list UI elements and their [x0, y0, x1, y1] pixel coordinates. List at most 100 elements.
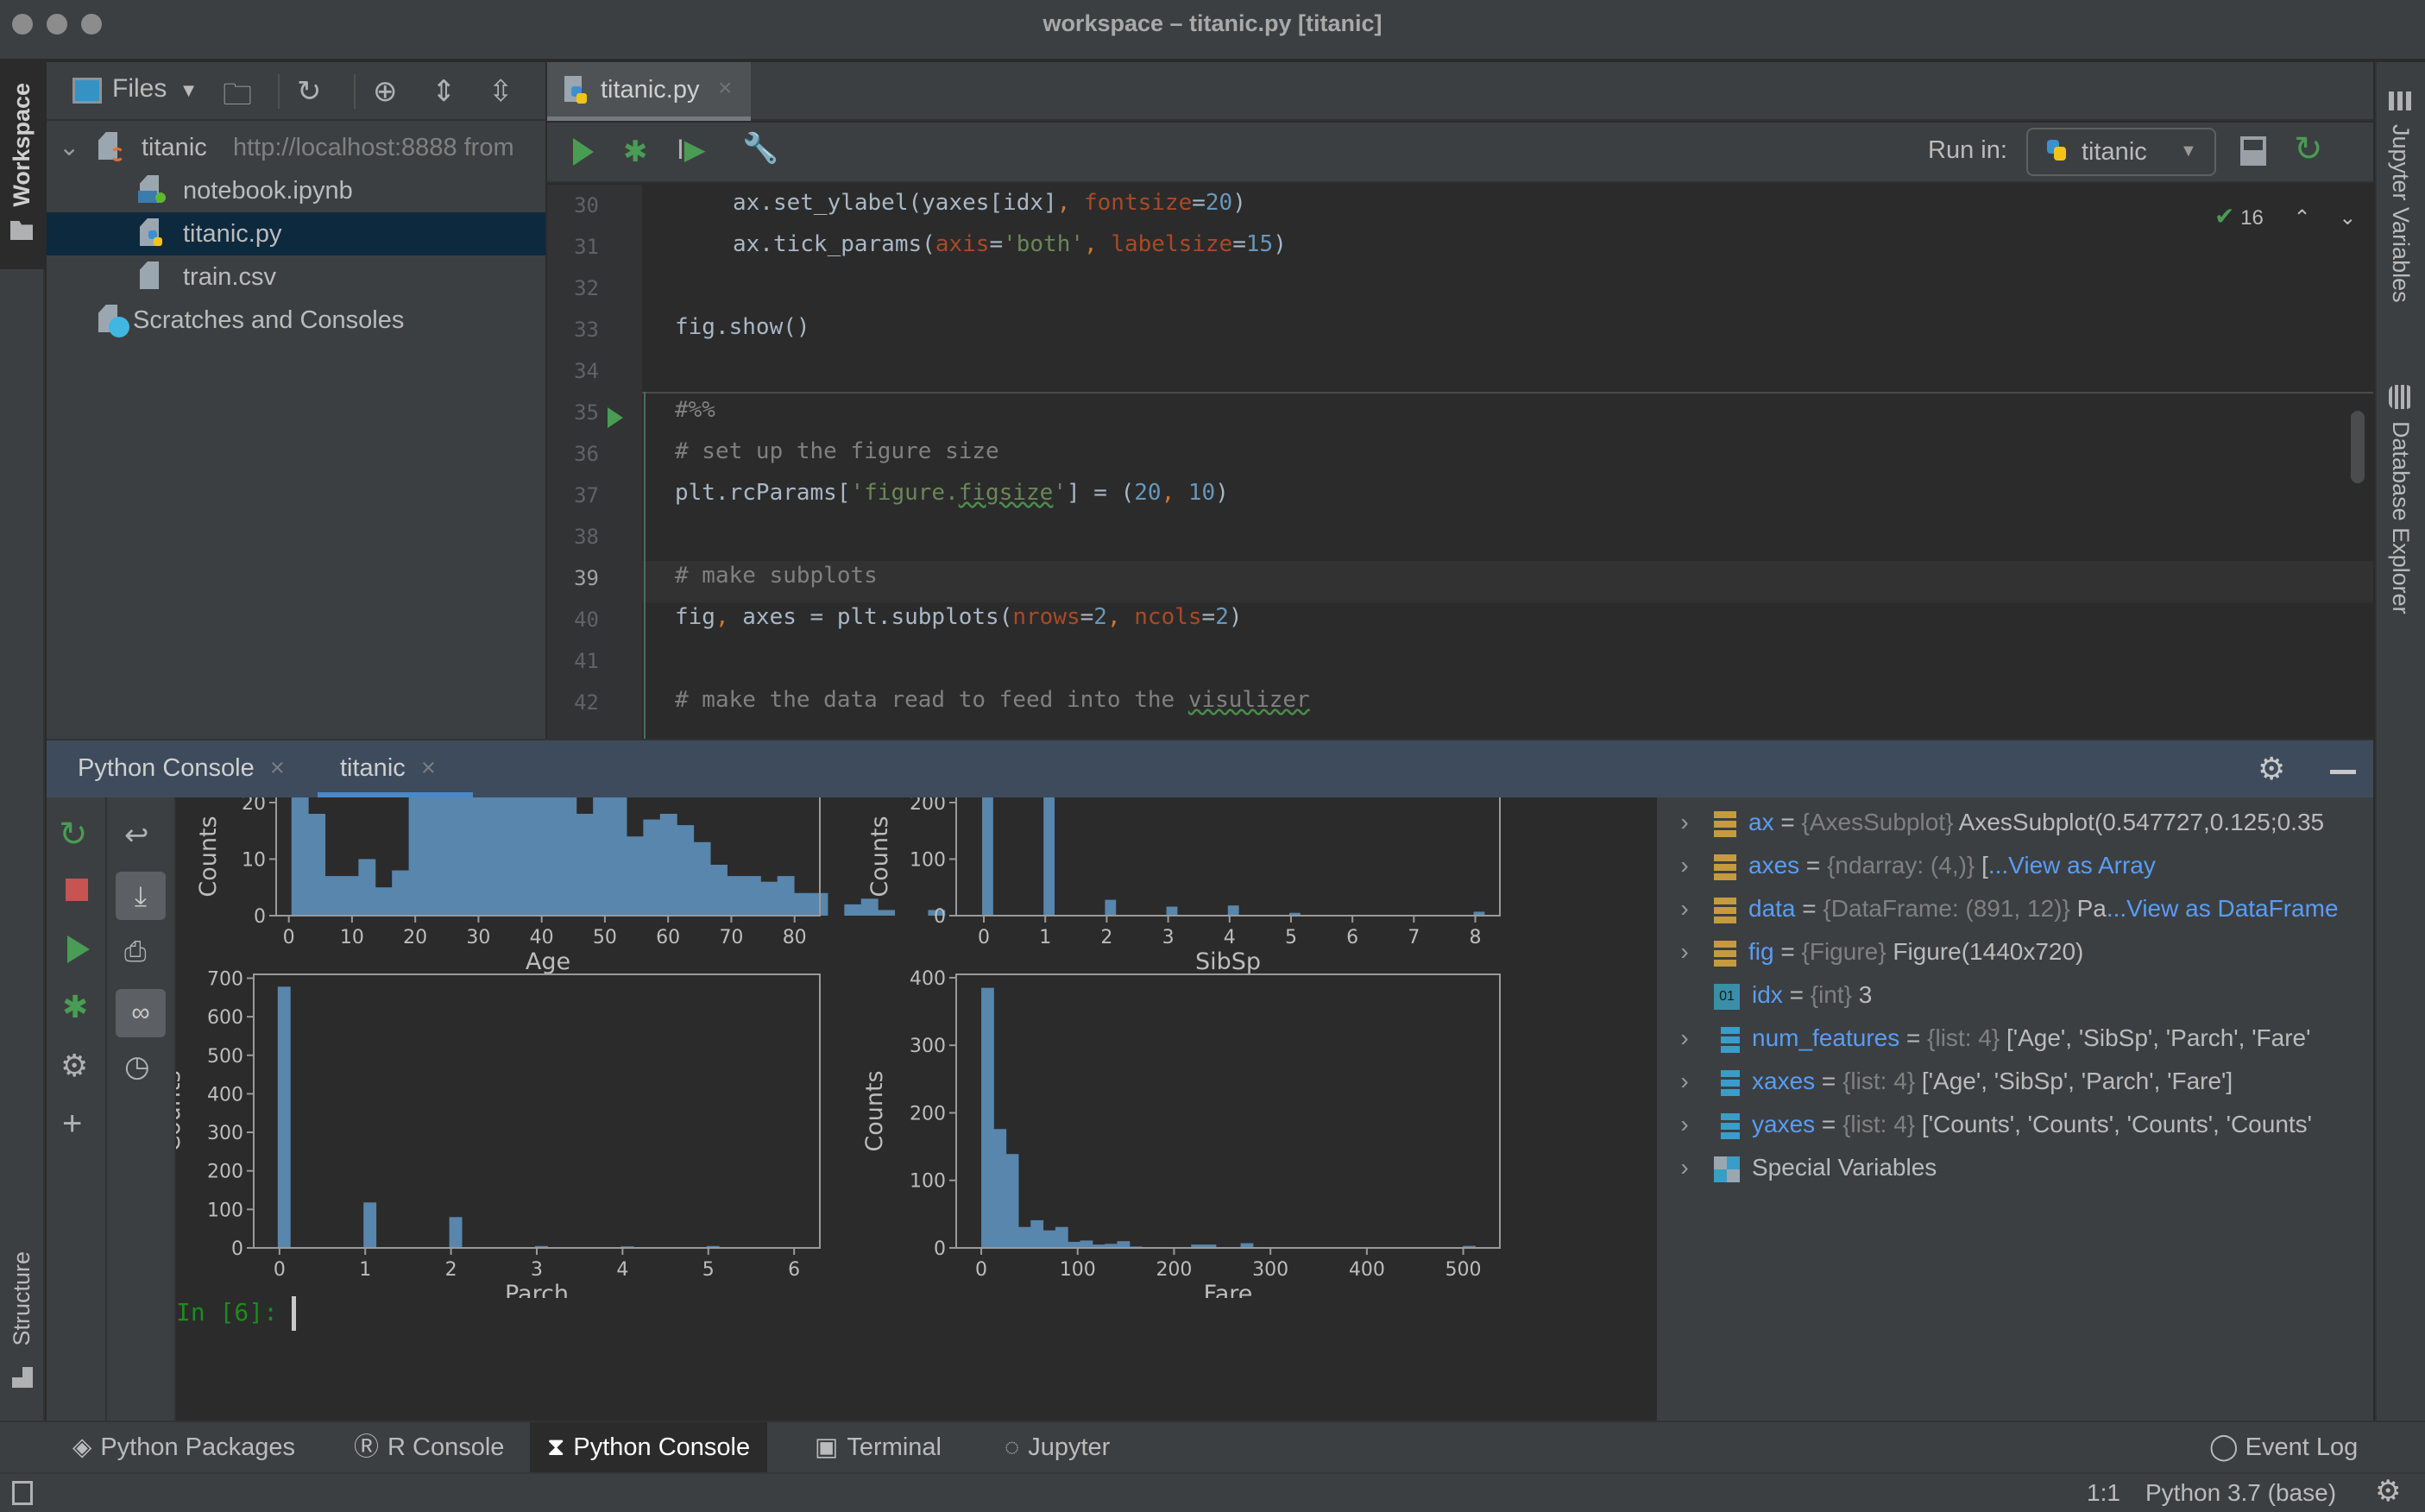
structure-tool-tab[interactable]: Structure	[0, 1243, 45, 1398]
run-in-label: Run in:	[1928, 136, 2007, 164]
database-explorer-tool-tab[interactable]: Database Explorer	[2377, 373, 2425, 649]
variable-row[interactable]: › data = {DataFrame: (891, 12)} Pa...View…	[1657, 887, 2382, 930]
editor-toolbar: ✱ I▶ 🔧 Run in: titanic ▼ ↻	[547, 123, 2373, 183]
line-number: 38	[574, 525, 599, 549]
object-icon	[1714, 897, 1736, 923]
line-number: 36	[574, 442, 599, 466]
caret-position[interactable]: 1:1	[2087, 1479, 2120, 1507]
run-cell-gutter-icon[interactable]	[608, 407, 623, 428]
tree-item[interactable]: train.csv	[47, 255, 545, 299]
structure-icon	[12, 1367, 33, 1388]
code-line: # make subplots	[675, 563, 878, 589]
variables-panel: › ax = {AxesSubplot} AxesSubplot(0.547727…	[1645, 797, 2373, 1421]
bottom-tab-terminal[interactable]: ▣ Terminal	[797, 1422, 959, 1472]
variable-name: ax	[1748, 809, 1774, 835]
bottom-tab-label: Python Console	[573, 1433, 751, 1461]
next-highlight-icon[interactable]: ⌄	[2339, 206, 2356, 230]
variable-row[interactable]: › Special Variables	[1657, 1146, 2382, 1189]
event-log-button[interactable]: ◯ Event Log	[2192, 1422, 2375, 1472]
inspections-widget[interactable]: ✔ 16 ⌃ ⌄	[2214, 202, 2356, 230]
object-icon	[1714, 854, 1736, 880]
new-directory-icon[interactable]: 🗀	[223, 74, 252, 123]
chevron-right-icon[interactable]: ›	[1667, 1103, 1702, 1146]
editor-tab-titanic-py[interactable]: titanic.py ×	[547, 62, 751, 121]
bottom-tab-python-packages[interactable]: ◈ Python Packages	[55, 1422, 312, 1472]
chevron-right-icon[interactable]: ›	[1667, 930, 1702, 973]
hide-panel-icon[interactable]	[2330, 770, 2356, 774]
add-connection-icon[interactable]: ↻	[297, 74, 322, 109]
workspace-tool-tab[interactable]: Workspace	[0, 62, 45, 269]
scroll-to-end-icon[interactable]: ⤓	[116, 872, 166, 920]
variable-row[interactable]: › ax = {AxesSubplot} AxesSubplot(0.547727…	[1657, 801, 2382, 844]
variable-row[interactable]: › xaxes = {list: 4} ['Age', 'SibSp', 'Par…	[1657, 1060, 2382, 1103]
variable-value: AxesSubplot(0.547727,0.125;0.35	[1958, 809, 2325, 835]
history-icon[interactable]: ◷	[124, 1049, 150, 1084]
r-icon: Ⓡ	[354, 1433, 380, 1461]
bottom-tab-python-console[interactable]: ⧗ Python Console	[530, 1422, 768, 1472]
variable-type: {AxesSubplot}	[1801, 809, 1954, 835]
execute-icon[interactable]	[67, 936, 90, 963]
expand-all-icon[interactable]: ⇕	[431, 74, 457, 109]
toggle-tool-windows-icon[interactable]	[12, 1481, 33, 1505]
bottom-tab-jupyter[interactable]: ◌ Jupyter	[987, 1422, 1127, 1472]
close-tab-icon[interactable]: ×	[718, 74, 732, 102]
variable-row[interactable]: › fig = {Figure} Figure(1440x720)	[1657, 930, 2382, 973]
cell-separator	[642, 392, 2373, 394]
event-log-icon: ◯	[2209, 1433, 2239, 1461]
stop-icon[interactable]	[66, 879, 88, 901]
jupyter-variables-tool-tab[interactable]: Jupyter Variables	[2377, 62, 2425, 347]
code-editor[interactable]: 30 31 32 33 34 35 36 37 38 39 40 41 42 ax.set_ylabel…	[547, 185, 2373, 739]
run-in-selector[interactable]: titanic ▼	[2026, 128, 2216, 176]
debug-icon[interactable]: ✱	[62, 989, 88, 1025]
variable-row[interactable]: › yaxes = {list: 4} ['Counts', 'Counts', …	[1657, 1103, 2382, 1146]
restart-kernel-icon[interactable]: ↻	[2294, 129, 2323, 169]
run-cell-and-advance-icon[interactable]: I▶	[677, 133, 706, 166]
bottom-tab-r-console[interactable]: Ⓡ R Console	[337, 1422, 521, 1472]
tree-item[interactable]: notebook.ipynb	[47, 169, 545, 212]
run-icon[interactable]	[573, 138, 594, 166]
variable-name: num_features	[1752, 1024, 1900, 1051]
debug-icon[interactable]: ✱	[623, 135, 648, 169]
toggle-layout-icon[interactable]	[2240, 136, 2266, 166]
chevron-down-icon[interactable]: ⌄	[59, 126, 79, 169]
chevron-right-icon[interactable]: ›	[1667, 1017, 1702, 1060]
console-input[interactable]	[176, 797, 1636, 1421]
view-as-link[interactable]: ...View as Array	[1988, 852, 2156, 879]
print-icon[interactable]: ⎙	[124, 936, 147, 968]
chevron-right-icon[interactable]: ›	[1667, 844, 1702, 887]
chevron-right-icon[interactable]: ›	[1667, 801, 1702, 844]
view-as-link[interactable]: ...View as DataFrame	[2107, 895, 2339, 922]
chevron-right-icon[interactable]: ›	[1667, 1146, 1702, 1189]
variable-row[interactable]: › axes = {ndarray: (4,)} [...View as Arra…	[1657, 844, 2382, 887]
chevron-right-icon[interactable]: ›	[1667, 1060, 1702, 1103]
previous-highlight-icon[interactable]: ⌃	[2294, 206, 2311, 230]
console-tab-python-console[interactable]: Python Console ×	[78, 754, 285, 783]
interpreter-selector[interactable]: Python 3.7 (base)	[2145, 1479, 2336, 1507]
locate-icon[interactable]: ⊕	[373, 74, 398, 109]
variable-row[interactable]: 01 idx = {int} 3	[1657, 973, 2382, 1017]
settings-wrench-icon[interactable]: 🔧	[742, 131, 778, 166]
chevron-right-icon[interactable]: ›	[1667, 887, 1702, 930]
tree-item[interactable]: ⌄ titanic http://localhost:8888 from	[47, 126, 545, 169]
console-settings-icon[interactable]: ⚙	[60, 1048, 88, 1084]
settings-gear-icon[interactable]: ⚙	[2375, 1474, 2401, 1509]
list-icon	[1714, 1026, 1740, 1053]
tree-item-label: train.csv	[183, 263, 276, 291]
settings-gear-icon[interactable]: ⚙	[2258, 751, 2285, 787]
variables-icon	[2389, 91, 2413, 110]
tree-item[interactable]: Scratches and Consoles	[47, 299, 545, 342]
console-output[interactable]: 0 10 20 30 40 50 60 70 80 0 10 20 Age Counts 0 1 2 3 4 5 6 7 8…	[176, 797, 1636, 1421]
new-console-icon[interactable]: +	[62, 1105, 82, 1143]
console-tab-titanic[interactable]: titanic ×	[340, 754, 436, 783]
view-selector[interactable]: Files ▼	[112, 74, 198, 104]
tree-item[interactable]: titanic.py	[47, 212, 545, 255]
collapse-all-icon[interactable]: ⇳	[488, 74, 513, 109]
line-number: 32	[574, 276, 599, 300]
variable-row[interactable]: › num_features = {list: 4} ['Age', 'SibSp…	[1657, 1017, 2382, 1060]
editor-scrollbar[interactable]	[2351, 411, 2365, 483]
close-tab-icon[interactable]: ×	[270, 754, 285, 782]
rerun-console-icon[interactable]: ↻	[59, 815, 88, 854]
close-tab-icon[interactable]: ×	[421, 754, 436, 782]
show-variables-icon[interactable]: ∞	[116, 989, 166, 1037]
soft-wrap-icon[interactable]: ↩	[124, 818, 149, 853]
